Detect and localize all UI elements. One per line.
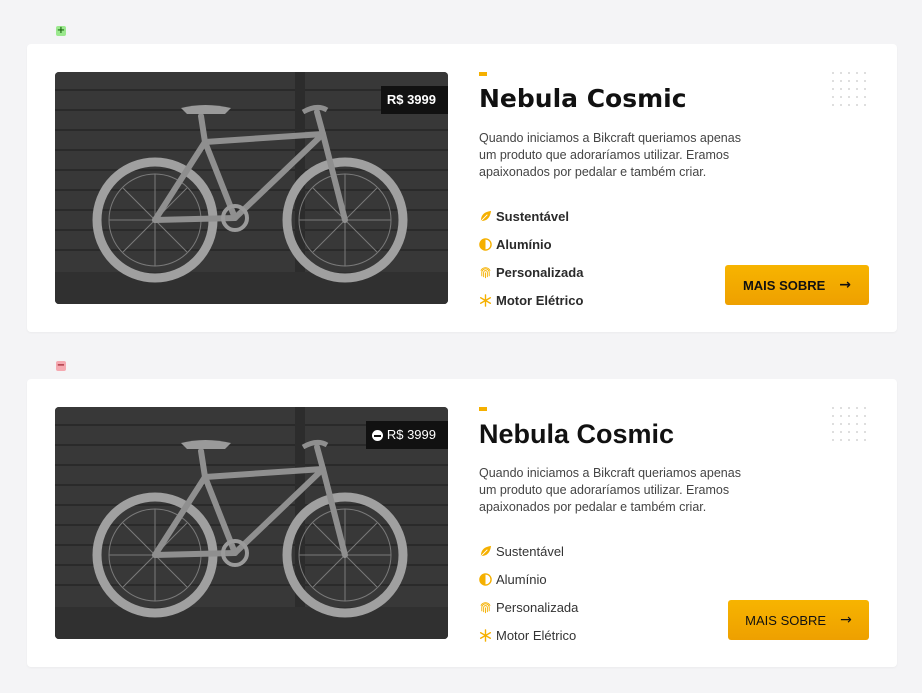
product-title: Nebula Cosmic [479,84,687,113]
more-info-button[interactable]: MAIS SOBRE → [728,600,869,640]
product-photo: R$ 3999 [55,407,448,639]
leaf-icon [480,210,492,221]
more-info-label: MAIS SOBRE [742,277,826,293]
feature-item: Alumínio [479,565,578,593]
snowflake-icon [479,293,492,307]
feature-item: Motor Elétrico [479,621,578,649]
product-title: Nebula Cosmic [479,419,675,449]
feature-label: Motor Elétrico [496,292,584,308]
snowflake-icon [479,628,492,642]
feature-label: Motor Elétrico [496,627,577,643]
feature-item: Motor Elétrico [479,286,583,314]
feature-item: Personalizada [479,593,578,621]
price-tag: R$ 3999 [380,86,448,114]
arrow-right-icon: → [840,612,852,628]
price-label: R$ 3999 [386,92,436,107]
dot-pattern-decoration [832,72,872,110]
minus-circle-icon [371,429,383,441]
feature-label: Sustentável [496,543,564,559]
half-circle-icon [479,572,492,586]
product-description: Quando iniciamos a Bikcraft queriamos ap… [479,466,741,514]
fingerprint-icon [480,266,491,278]
dot-pattern-decoration [832,407,872,445]
feature-list: Sustentável Alumínio Personalizada Motor… [479,202,583,314]
feature-item: Sustentável [479,202,583,230]
feature-list: Sustentável Alumínio Personalizada Motor… [479,537,578,649]
arrow-right-icon: → [839,277,852,293]
feature-label: Alumínio [496,571,547,587]
more-info-label: MAIS SOBRE [745,612,827,628]
feature-item: Sustentável [479,537,578,565]
feature-item: Personalizada [479,258,583,286]
feature-label: Personalizada [496,599,579,615]
feature-label: Personalizada [496,264,584,280]
diff-added-marker: + [56,25,66,36]
product-card: R$ 3999 Nebula Cosmic Quando iniciamos a… [27,44,897,332]
accent-bar [479,72,487,76]
diff-removed-marker: − [56,360,66,371]
leaf-icon [480,545,492,556]
accent-bar [479,407,487,411]
more-info-button[interactable]: MAIS SOBRE → [725,265,869,305]
product-photo: R$ 3999 [55,72,448,304]
fingerprint-icon [480,601,491,613]
price-label: R$ 3999 [386,427,436,442]
feature-label: Sustentável [496,208,569,224]
product-card: R$ 3999 Nebula Cosmic Quando iniciamos a… [27,379,897,667]
half-circle-icon [479,237,492,251]
feature-item: Alumínio [479,230,583,258]
product-description: Quando iniciamos a Bikcraft queriamos ap… [479,131,741,179]
price-tag: R$ 3999 [365,421,448,449]
feature-label: Alumínio [496,236,552,252]
